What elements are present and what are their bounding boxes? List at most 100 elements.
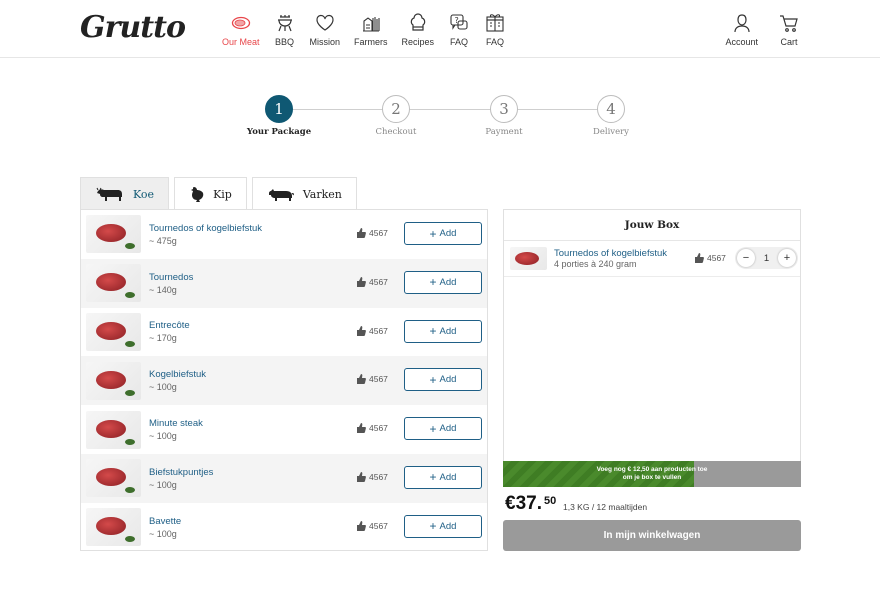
add-to-cart-button[interactable]: In mijn winkelwagen (503, 520, 801, 551)
step-delivery[interactable]: 4 Delivery (571, 95, 651, 137)
nav-item-farmers[interactable]: Farmers (354, 12, 388, 47)
add-label: Add (439, 471, 457, 483)
product-likes: 4567 (356, 325, 388, 336)
likes-count: 4567 (369, 520, 388, 531)
step-label: Checkout (375, 127, 417, 137)
product-image (86, 312, 141, 351)
progress-message: Voeg nog € 12,50 aan producten toe om je… (503, 466, 801, 482)
nav-item-recipes[interactable]: Recipes (401, 12, 435, 47)
plus-icon: + (429, 226, 437, 241)
product-row: Kogelbiefstuk ~ 100g 4567 + Add (81, 356, 487, 406)
nav-item-faq[interactable]: ? FAQ (448, 12, 470, 47)
box-fill-progress: Voeg nog € 12,50 aan producten toe om je… (503, 461, 801, 487)
product-row: Entrecôte ~ 170g 4567 + Add (81, 308, 487, 357)
add-button[interactable]: + Add (404, 417, 482, 441)
product-image (86, 508, 141, 547)
plus-icon: + (429, 519, 437, 534)
box-item: Tournedos of kogelbiefstuk 4 porties à 2… (504, 241, 800, 277)
add-button[interactable]: + Add (404, 319, 482, 343)
nav-item-mission[interactable]: Mission (310, 12, 340, 47)
thumbs-up-icon (357, 228, 366, 238)
increase-button[interactable]: + (777, 249, 796, 267)
step-your-package[interactable]: 1 Your Package (239, 95, 319, 137)
step-payment[interactable]: 3 Payment (464, 95, 544, 137)
tab-kip[interactable]: Kip (174, 177, 247, 210)
likes-count: 4567 (369, 276, 388, 287)
progress-line-2: om je box te vullen (622, 474, 682, 481)
thumbs-up-icon (357, 276, 366, 287)
add-button[interactable]: + Add (404, 514, 482, 538)
steak-icon (230, 12, 252, 34)
product-image (86, 459, 141, 498)
box-price: €37. 50 (505, 493, 556, 515)
thumbs-up-icon (357, 325, 366, 336)
product-row: Biefstukpuntjes ~ 100g 4567 + Add (81, 453, 487, 503)
add-button[interactable]: + Add (404, 270, 482, 294)
step-label: Delivery (593, 127, 629, 137)
heart-icon (314, 12, 336, 34)
plus-icon: + (429, 372, 437, 387)
likes-count: 4567 (369, 325, 388, 336)
thumbs-up-icon (357, 471, 366, 482)
checkout-steps: 1 Your Package 2 Checkout 3 Payment 4 De… (247, 95, 640, 145)
cart-icon (778, 12, 800, 34)
step-number: 3 (490, 95, 518, 123)
likes-count: 4567 (369, 374, 388, 385)
step-checkout[interactable]: 2 Checkout (356, 95, 436, 137)
add-button[interactable]: + Add (404, 465, 482, 489)
tab-label: Kip (213, 187, 232, 201)
plus-icon: + (429, 275, 437, 290)
box-item-image (510, 247, 547, 270)
nav-item-bbq[interactable]: BBQ (274, 12, 296, 47)
step-number: 1 (265, 95, 293, 123)
nav-label: Cart (780, 37, 798, 47)
add-label: Add (439, 423, 457, 435)
product-row: Bavette ~ 100g 4567 + Add (81, 503, 487, 552)
plus-icon: + (429, 421, 437, 436)
main-nav: Our Meat BBQ Mission Farmers Recipes ? F… (222, 12, 520, 47)
product-likes: 4567 (356, 228, 388, 238)
product-image (86, 410, 141, 449)
step-number: 2 (382, 95, 410, 123)
plus-icon: + (429, 324, 437, 339)
add-label: Add (439, 228, 457, 239)
pig-icon (268, 189, 294, 201)
decrease-button[interactable]: − (737, 249, 755, 267)
nav-item-our-meat[interactable]: Our Meat (222, 12, 260, 47)
tab-label: Varken (302, 187, 342, 201)
animal-tabs: Koe Kip Varken (80, 177, 362, 210)
product-likes: 4567 (356, 471, 388, 482)
add-label: Add (439, 325, 457, 337)
tab-varken[interactable]: Varken (251, 177, 357, 210)
nav-label: Recipes (401, 37, 435, 47)
farm-icon (360, 12, 382, 34)
nav-item-account[interactable]: Account (725, 12, 758, 47)
gift-icon (484, 12, 506, 34)
nav-label: Our Meat (222, 37, 260, 47)
nav-item-cart[interactable]: Cart (778, 12, 800, 47)
step-label: Your Package (246, 127, 312, 137)
add-button[interactable]: + Add (404, 368, 482, 392)
tab-label: Koe (133, 187, 155, 201)
grutto-logo[interactable]: Grutto (80, 10, 186, 45)
tab-koe[interactable]: Koe (80, 177, 170, 210)
add-label: Add (439, 276, 457, 288)
nav-label: Account (725, 37, 758, 47)
likes-count: 4567 (369, 228, 388, 238)
product-image (86, 361, 141, 400)
nav-label: FAQ (486, 37, 505, 47)
nav-label: BBQ (275, 37, 295, 47)
quantity-stepper: − 1 + (735, 247, 798, 269)
product-likes: 4567 (356, 374, 388, 385)
product-row: Tournedos of kogelbiefstuk ~ 475g 4567 +… (81, 210, 487, 259)
plus-icon: + (429, 470, 437, 485)
chef-hat-icon (407, 12, 429, 34)
step-label: Payment (485, 127, 523, 137)
nav-item-faq-gift[interactable]: FAQ (484, 12, 506, 47)
steps-connector (280, 109, 610, 110)
add-button[interactable]: + Add (404, 222, 482, 245)
box-item-name[interactable]: Tournedos of kogelbiefstuk (554, 248, 667, 259)
bbq-icon (274, 12, 296, 34)
price-cents: 50 (543, 495, 557, 507)
product-likes: 4567 (356, 520, 388, 531)
